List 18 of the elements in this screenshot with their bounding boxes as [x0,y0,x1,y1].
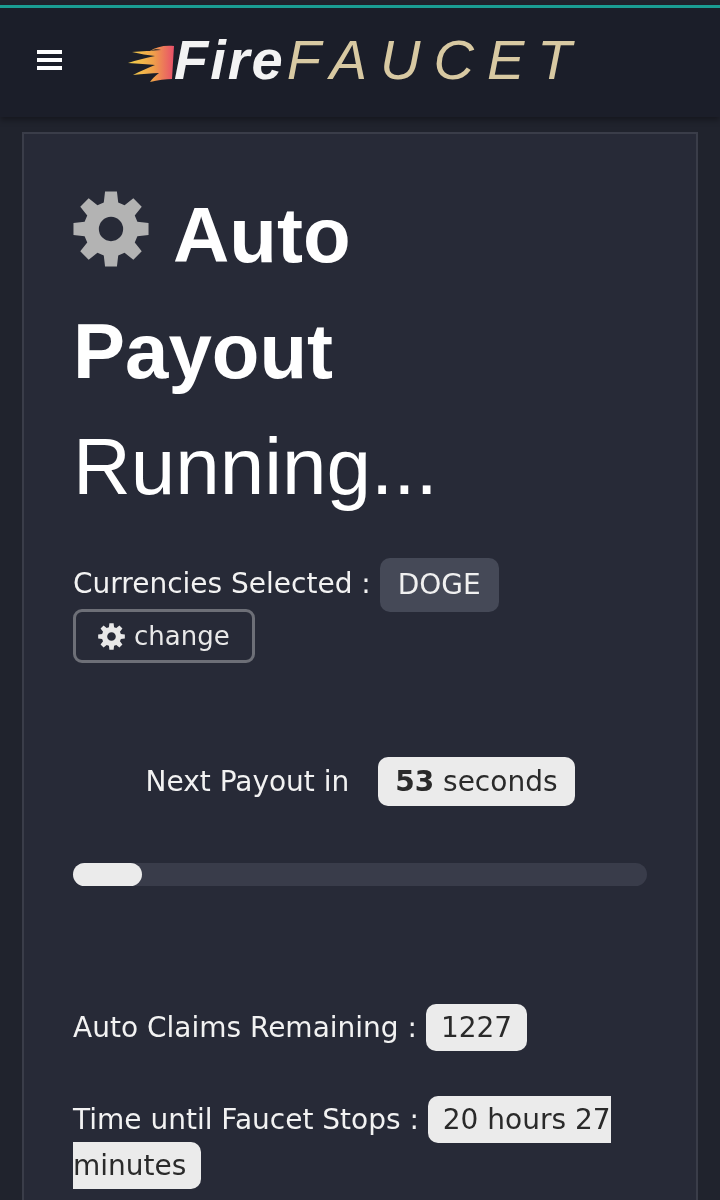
stat-value: 20 hours 27 [427,1096,611,1143]
status-text: Running... [73,421,439,513]
flame-icon [128,43,174,83]
stat-label: Auto Claims Remaining : [73,1011,417,1044]
page-title: Payout [73,307,334,395]
menu-icon[interactable] [37,50,62,70]
gear-icon [73,191,149,267]
countdown-value: 53 seconds [378,757,575,806]
page-title: Auto [173,191,351,279]
stat-value: 1227 [425,1004,528,1051]
currencies-label: Currencies Selected : [73,567,371,600]
stat-value: minutes [73,1142,202,1189]
stat-label: Time until Faucet Stops : [73,1103,419,1136]
site-logo[interactable]: FireFAUCET [128,32,585,88]
settings-icon[interactable] [98,622,125,650]
change-button[interactable]: change [73,609,255,663]
currency-tag: DOGE [379,558,499,612]
next-payout-label: Next Payout in [145,765,350,798]
